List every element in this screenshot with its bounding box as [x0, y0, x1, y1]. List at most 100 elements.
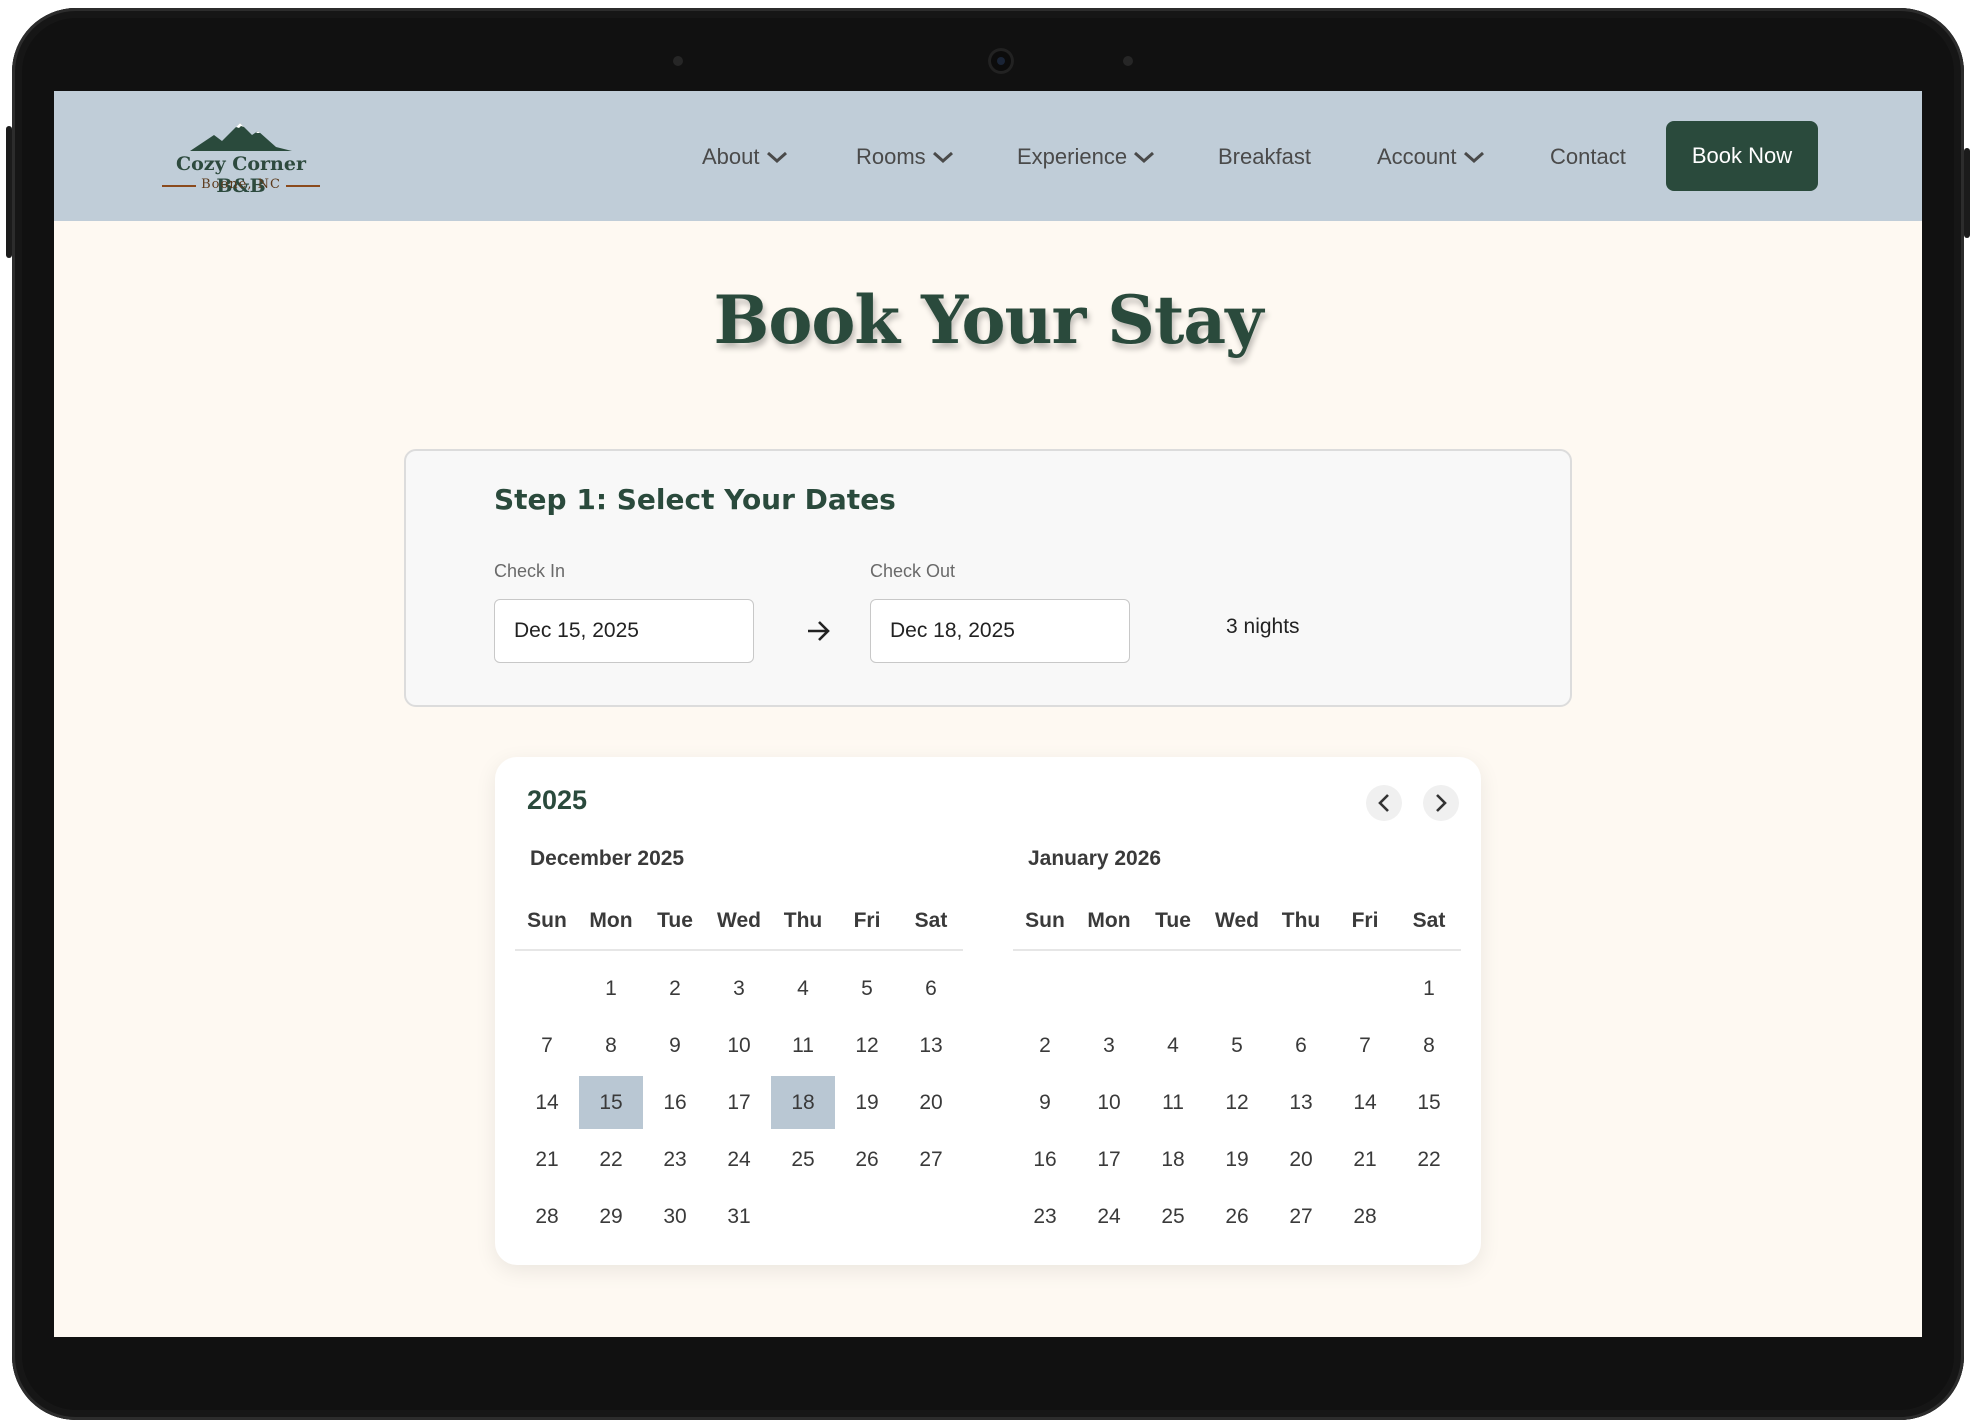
- calendar-day[interactable]: 31: [707, 1190, 771, 1243]
- calendar-day[interactable]: 24: [707, 1133, 771, 1186]
- calendar-day[interactable]: 2: [643, 962, 707, 1015]
- calendar-day[interactable]: 2: [1013, 1019, 1077, 1072]
- nav-contact-label: Contact: [1550, 144, 1626, 169]
- calendar-day[interactable]: 6: [899, 962, 963, 1015]
- check-out-field[interactable]: Dec 18, 2025: [870, 599, 1130, 663]
- calendar-day[interactable]: 5: [835, 962, 899, 1015]
- top-navigation: Cozy Corner B&B Boone, NC About Rooms Ex…: [54, 91, 1922, 221]
- weekday-header: Sun Mon Tue Wed Thu Fri Sat: [1013, 909, 1461, 933]
- calendar-day[interactable]: 24: [1077, 1190, 1141, 1243]
- calendar-day[interactable]: 26: [1205, 1190, 1269, 1243]
- weekday-label: Thu: [783, 909, 823, 932]
- calendar-day[interactable]: 8: [579, 1019, 643, 1072]
- weekday-label: Thu: [1281, 909, 1321, 932]
- calendar-empty-cell: [1333, 962, 1397, 1015]
- calendar-day[interactable]: 20: [1269, 1133, 1333, 1186]
- calendar-day[interactable]: 1: [1397, 962, 1461, 1015]
- calendar-day[interactable]: 11: [771, 1019, 835, 1072]
- chevron-left-icon: [1378, 794, 1389, 812]
- calendar-day[interactable]: 19: [835, 1076, 899, 1129]
- previous-month-button[interactable]: [1366, 785, 1402, 821]
- calendar-day[interactable]: 21: [1333, 1133, 1397, 1186]
- check-out-label: Check Out: [870, 561, 956, 581]
- calendar-day[interactable]: 22: [579, 1133, 643, 1186]
- calendar-day[interactable]: 17: [1077, 1133, 1141, 1186]
- brand-logo[interactable]: Cozy Corner B&B Boone, NC: [156, 121, 326, 197]
- weekday-label: Wed: [1215, 909, 1259, 932]
- calendar-day[interactable]: 20: [899, 1076, 963, 1129]
- calendar-year: 2025: [527, 785, 588, 815]
- calendar-day[interactable]: 21: [515, 1133, 579, 1186]
- calendar-empty-cell: [1141, 962, 1205, 1015]
- nav-contact[interactable]: Contact: [1550, 141, 1626, 173]
- calendar-day[interactable]: 4: [771, 962, 835, 1015]
- calendar-day[interactable]: 25: [771, 1133, 835, 1186]
- day-grid: 1 2 3 4 5 6 7 8 9 10 11 12 13 14 15 16 17 18 19 20 21 22 23 24 2…: [1013, 962, 1461, 1247]
- calendar-day[interactable]: 7: [1333, 1019, 1397, 1072]
- calendar-day[interactable]: 10: [1077, 1076, 1141, 1129]
- calendar-day[interactable]: 3: [707, 962, 771, 1015]
- calendar-day[interactable]: 1: [579, 962, 643, 1015]
- calendar-day-selected[interactable]: 15: [579, 1076, 643, 1129]
- month-title: January 2026: [1028, 847, 1162, 870]
- calendar-day[interactable]: 28: [515, 1190, 579, 1243]
- calendar-day[interactable]: 14: [515, 1076, 579, 1129]
- next-month-button[interactable]: [1423, 785, 1459, 821]
- calendar-day[interactable]: 4: [1141, 1019, 1205, 1072]
- calendar-day[interactable]: 17: [707, 1076, 771, 1129]
- weekday-label: Mon: [1087, 909, 1131, 932]
- calendar-day[interactable]: 25: [1141, 1190, 1205, 1243]
- nav-experience[interactable]: Experience: [1017, 141, 1155, 173]
- nav-breakfast[interactable]: Breakfast: [1218, 141, 1311, 173]
- calendar-day[interactable]: 14: [1333, 1076, 1397, 1129]
- check-in-field[interactable]: Dec 15, 2025: [494, 599, 754, 663]
- date-picker-calendar: 2025 December 2025 Sun Mon Tue Wed Thu F…: [495, 757, 1481, 1265]
- calendar-day[interactable]: 29: [579, 1190, 643, 1243]
- calendar-day[interactable]: 10: [707, 1019, 771, 1072]
- calendar-day[interactable]: 11: [1141, 1076, 1205, 1129]
- calendar-day[interactable]: 9: [1013, 1076, 1077, 1129]
- nav-account[interactable]: Account: [1377, 141, 1485, 173]
- calendar-empty-cell: [1013, 962, 1077, 1015]
- date-selection-card: Step 1: Select Your Dates Check In Dec 1…: [404, 449, 1572, 707]
- chevron-down-icon: [932, 151, 953, 164]
- calendar-day[interactable]: 28: [1333, 1190, 1397, 1243]
- book-now-button[interactable]: Book Now: [1666, 121, 1818, 191]
- calendar-day[interactable]: 18: [1141, 1133, 1205, 1186]
- calendar-day[interactable]: 26: [835, 1133, 899, 1186]
- calendar-day[interactable]: 13: [899, 1019, 963, 1072]
- calendar-day[interactable]: 3: [1077, 1019, 1141, 1072]
- calendar-day-selected[interactable]: 18: [771, 1076, 835, 1129]
- calendar-day[interactable]: 22: [1397, 1133, 1461, 1186]
- check-in-label: Check In: [494, 561, 566, 581]
- weekday-label: Fri: [1351, 909, 1379, 932]
- calendar-day[interactable]: 27: [899, 1133, 963, 1186]
- calendar-day[interactable]: 7: [515, 1019, 579, 1072]
- month-title: December 2025: [530, 847, 685, 870]
- side-button: [1964, 148, 1970, 238]
- calendar-day[interactable]: 13: [1269, 1076, 1333, 1129]
- calendar-day[interactable]: 27: [1269, 1190, 1333, 1243]
- calendar-day[interactable]: 12: [1205, 1076, 1269, 1129]
- calendar-day[interactable]: 23: [1013, 1190, 1077, 1243]
- arrow-right-icon: [808, 621, 830, 641]
- calendar-day[interactable]: 6: [1269, 1019, 1333, 1072]
- calendar-day[interactable]: 23: [643, 1133, 707, 1186]
- calendar-day[interactable]: 8: [1397, 1019, 1461, 1072]
- mountain-logo-icon: [190, 123, 292, 151]
- nav-rooms-label: Rooms: [856, 144, 926, 169]
- calendar-day[interactable]: 5: [1205, 1019, 1269, 1072]
- calendar-day[interactable]: 16: [643, 1076, 707, 1129]
- calendar-day[interactable]: 19: [1205, 1133, 1269, 1186]
- calendar-day[interactable]: 15: [1397, 1076, 1461, 1129]
- calendar-day[interactable]: 30: [643, 1190, 707, 1243]
- calendar-day[interactable]: 9: [643, 1019, 707, 1072]
- logo-divider: [286, 185, 320, 187]
- calendar-day[interactable]: 12: [835, 1019, 899, 1072]
- chevron-down-icon: [1463, 151, 1484, 164]
- nav-experience-label: Experience: [1017, 144, 1128, 169]
- calendar-empty-cell: [1269, 962, 1333, 1015]
- nav-about[interactable]: About: [702, 141, 788, 173]
- calendar-day[interactable]: 16: [1013, 1133, 1077, 1186]
- nav-rooms[interactable]: Rooms: [856, 141, 954, 173]
